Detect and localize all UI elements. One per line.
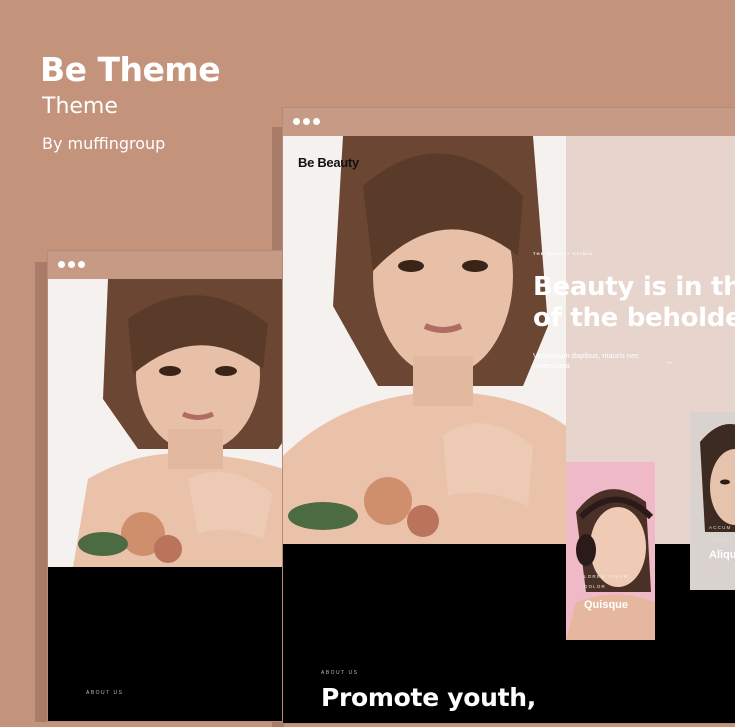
- service-card-title[interactable]: Quisque: [584, 599, 628, 611]
- front-browser-preview[interactable]: Be Beauty THE BEAUTY CLINIC Beauty is in…: [282, 107, 735, 724]
- service-card-image[interactable]: [690, 412, 735, 590]
- brand-logo[interactable]: Be Beauty: [298, 155, 359, 170]
- hero-description: Vestibulum dapibus, mauris nec malesuada: [533, 351, 639, 370]
- service-card-image[interactable]: [566, 462, 655, 640]
- hero-heading: Beauty is in the of the beholder: [533, 272, 735, 333]
- section-heading: Promote youth,: [321, 683, 536, 712]
- three-dots-icon: [293, 118, 320, 125]
- service-card-tag: LOREM IPSUM DOLOR: [584, 574, 629, 589]
- arrow-right-icon[interactable]: →: [664, 356, 673, 366]
- theme-author: By muffingroup: [42, 134, 166, 153]
- about-label: ABOUT US: [321, 670, 359, 676]
- theme-title: Be Theme: [40, 50, 221, 89]
- browser-toolbar: [283, 108, 735, 137]
- service-card-tag: ACCUM CONGU: [709, 525, 732, 542]
- about-label: ABOUT US: [86, 690, 124, 696]
- three-dots-icon: [58, 261, 85, 268]
- woman-portrait-image: [283, 136, 566, 544]
- service-card-title[interactable]: Aliqu: [709, 549, 735, 561]
- hero-eyebrow: THE BEAUTY CLINIC: [533, 251, 594, 256]
- theme-subtitle: Theme: [42, 94, 118, 119]
